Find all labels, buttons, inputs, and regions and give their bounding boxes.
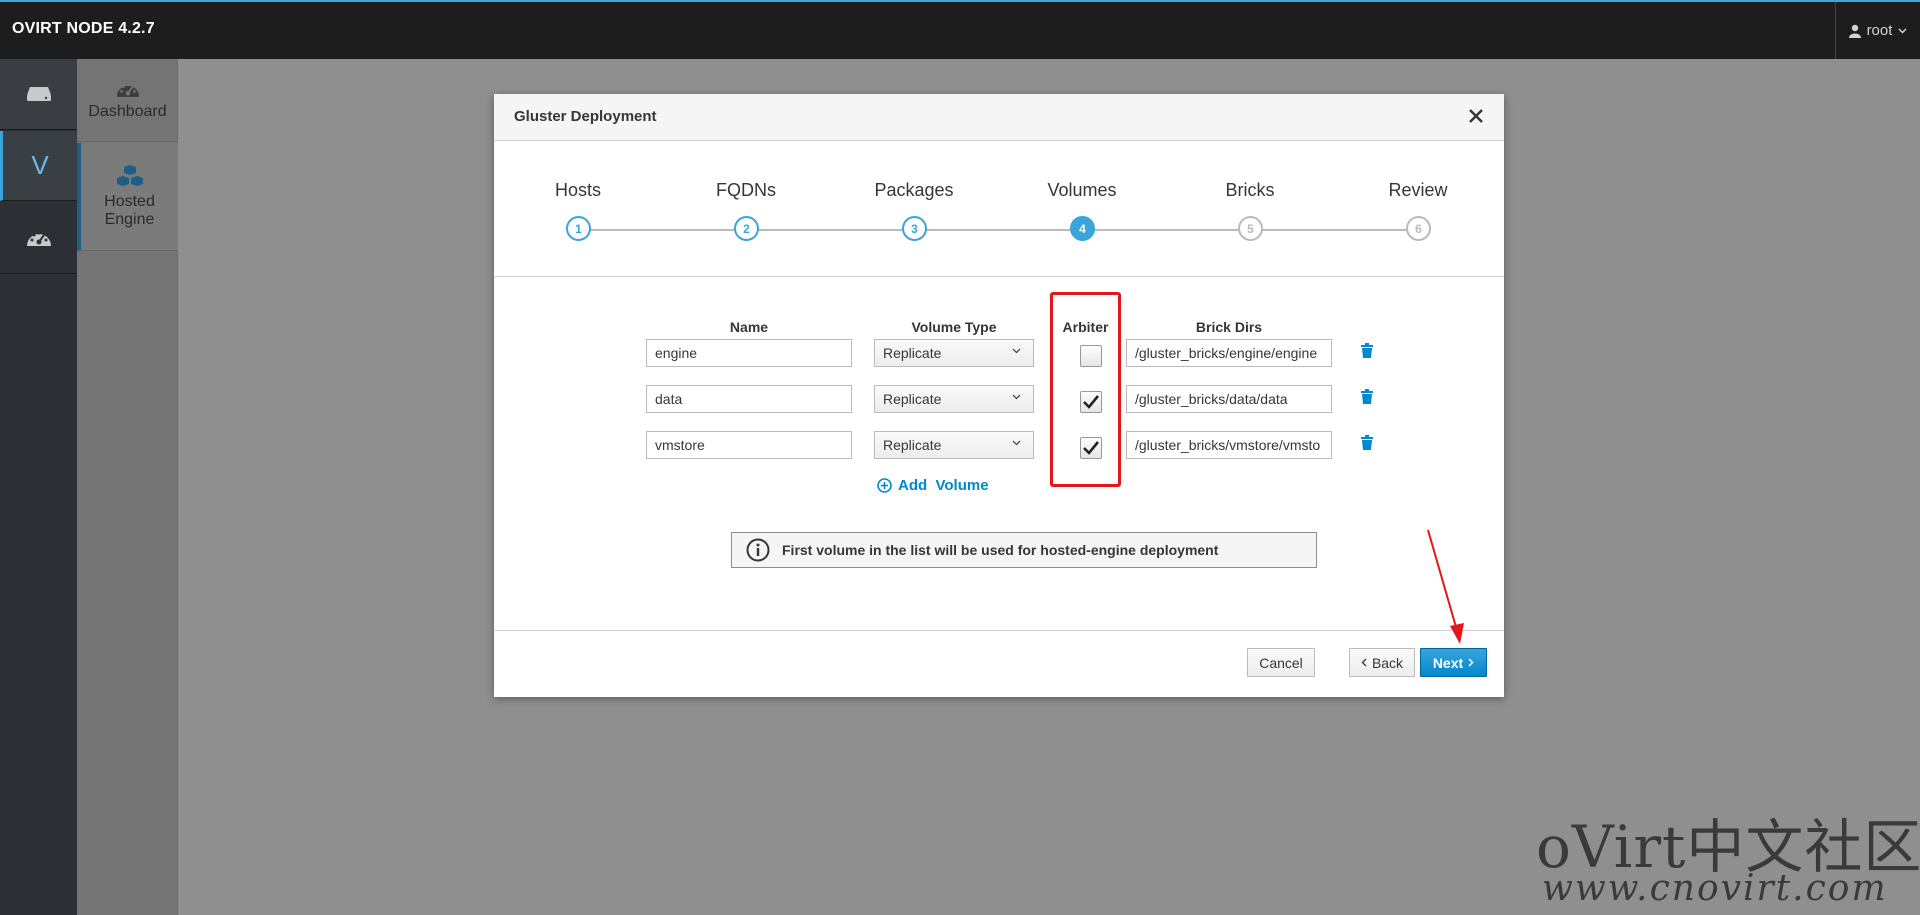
secondary-nav: Dashboard Hosted Engine: [77, 59, 178, 915]
dashboard-gauge-icon: [116, 83, 139, 97]
volume-type-value: Replicate: [883, 437, 942, 453]
vnav-virtualization-item[interactable]: V: [0, 131, 77, 201]
info-alert: First volume in the list will be used fo…: [731, 532, 1317, 568]
step-label: Volumes: [1047, 180, 1117, 200]
step-number[interactable]: 2: [734, 216, 759, 241]
add-volume-link[interactable]: Add Volume: [877, 477, 989, 494]
user-menu[interactable]: root: [1835, 2, 1920, 59]
plus-circle-icon: [877, 478, 892, 493]
volume-type-select[interactable]: Replicate: [874, 431, 1034, 459]
column-header-name: Name: [729, 319, 769, 335]
subnav-item-hosted-engine[interactable]: Hosted Engine: [77, 143, 178, 251]
next-button[interactable]: Next: [1420, 648, 1487, 677]
subnav-hosted-label-2: Engine: [104, 210, 155, 228]
top-navbar: OVIRT NODE 4.2.7 root: [0, 0, 1920, 59]
dashboard-gauge-icon: [26, 231, 51, 246]
vnav-dashboard-item[interactable]: [0, 202, 77, 274]
vnav-host-item[interactable]: [0, 59, 77, 130]
step-label: Bricks: [1225, 180, 1275, 200]
wizard-progress-line: [582, 229, 1422, 231]
trash-icon[interactable]: [1361, 435, 1373, 450]
chevron-down-icon: [1012, 394, 1021, 400]
volume-type-select[interactable]: Replicate: [874, 339, 1034, 367]
next-label: Next: [1432, 654, 1464, 671]
gluster-deployment-modal: Gluster Deployment Hosts 1 FQDNs 2 Packa…: [494, 94, 1504, 697]
step-number[interactable]: 3: [902, 216, 927, 241]
chevron-down-icon: [1012, 440, 1021, 446]
subnav-dashboard-label: Dashboard: [88, 102, 167, 120]
column-header-volume-type: Volume Type: [911, 319, 997, 335]
wizard-steps: Hosts 1 FQDNs 2 Packages 3 Volumes 4 Bri…: [494, 141, 1504, 277]
chevron-left-icon: [1361, 658, 1367, 667]
user-icon: [1848, 24, 1861, 38]
subnav-hosted-label-1: Hosted: [104, 192, 155, 210]
red-arrow-annotation: [1427, 529, 1464, 644]
step-label: Review: [1388, 180, 1448, 200]
step-number[interactable]: 5: [1238, 216, 1263, 241]
brick-dir-input[interactable]: /gluster_bricks/vmstore/vmsto: [1126, 431, 1332, 459]
step-label: Packages: [874, 180, 954, 200]
arbiter-highlight-box: [1050, 292, 1121, 487]
step-label: FQDNs: [716, 180, 776, 200]
step-number[interactable]: 1: [566, 216, 591, 241]
chevron-down-icon: [1012, 348, 1021, 354]
trash-icon[interactable]: [1361, 343, 1373, 358]
info-text: First volume in the list will be used fo…: [782, 542, 1219, 558]
vertical-nav: V: [0, 59, 77, 915]
volume-type-value: Replicate: [883, 391, 942, 407]
brick-dir-input[interactable]: /gluster_bricks/data/data: [1126, 385, 1332, 413]
close-icon[interactable]: [1464, 104, 1488, 128]
step-number[interactable]: 4: [1070, 216, 1095, 241]
brick-dir-input[interactable]: /gluster_bricks/engine/engine: [1126, 339, 1332, 367]
volume-name-input[interactable]: engine: [646, 339, 852, 367]
step-label: Hosts: [554, 180, 601, 200]
server-icon: [26, 87, 51, 101]
volume-name-input[interactable]: data: [646, 385, 852, 413]
back-button[interactable]: Back: [1349, 648, 1415, 677]
watermark: oVirt中文社区 www.cnovirt.com: [1534, 800, 1920, 915]
volume-name-input[interactable]: vmstore: [646, 431, 852, 459]
volume-type-select[interactable]: Replicate: [874, 385, 1034, 413]
modal-title: Gluster Deployment: [514, 108, 657, 125]
user-name: root: [1866, 22, 1893, 39]
back-label: Back: [1371, 654, 1404, 671]
cancel-button[interactable]: Cancel: [1247, 648, 1315, 677]
modal-footer: Cancel Back Next: [494, 630, 1504, 697]
cubes-icon: [116, 164, 143, 186]
brand-title: OVIRT NODE 4.2.7: [12, 20, 155, 37]
volume-type-value: Replicate: [883, 345, 942, 361]
chevron-right-icon: [1468, 658, 1474, 667]
trash-icon[interactable]: [1361, 389, 1373, 404]
column-header-brick-dirs: Brick Dirs: [1195, 319, 1263, 335]
subnav-item-dashboard[interactable]: Dashboard: [77, 59, 178, 142]
chevron-down-icon: [1898, 27, 1907, 34]
modal-header: Gluster Deployment: [494, 94, 1504, 141]
watermark-url: www.cnovirt.com: [1542, 868, 1888, 909]
add-volume-label: Add Volume: [898, 477, 989, 494]
step-number[interactable]: 6: [1406, 216, 1431, 241]
vnav-v-label: V: [31, 150, 49, 180]
info-icon: [746, 538, 770, 562]
